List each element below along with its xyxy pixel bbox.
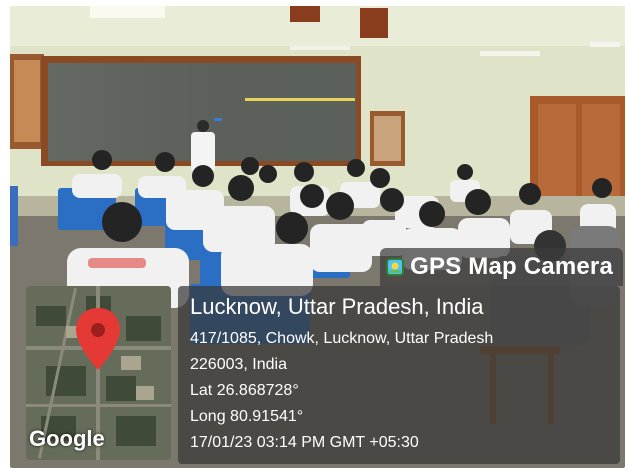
address-line-1: 417/1085, Chowk, Lucknow, Uttar Pradesh xyxy=(190,330,494,347)
timestamp: 17/01/23 03:14 PM GMT +05:30 xyxy=(190,434,419,451)
latitude: Lat 26.868728° xyxy=(190,382,299,399)
google-logo: Google xyxy=(29,426,105,451)
address-line-2: 226003, India xyxy=(190,356,287,373)
gps-camera-badge: GPS Map Camera xyxy=(380,248,623,286)
photo-frame: GPS Map Camera Google Lucknow, Uttar Pra… xyxy=(0,0,629,473)
longitude: Long 80.91541° xyxy=(190,408,304,425)
map-camera-app-icon xyxy=(386,258,405,276)
location-overlay: Google Lucknow, Uttar Pradesh, India 417… xyxy=(20,286,625,464)
location-city: Lucknow, Uttar Pradesh, India xyxy=(190,294,484,319)
map-thumbnail: Google xyxy=(26,286,171,460)
badge-title: GPS Map Camera xyxy=(410,253,613,280)
location-info: Lucknow, Uttar Pradesh, India 417/1085, … xyxy=(178,286,620,464)
